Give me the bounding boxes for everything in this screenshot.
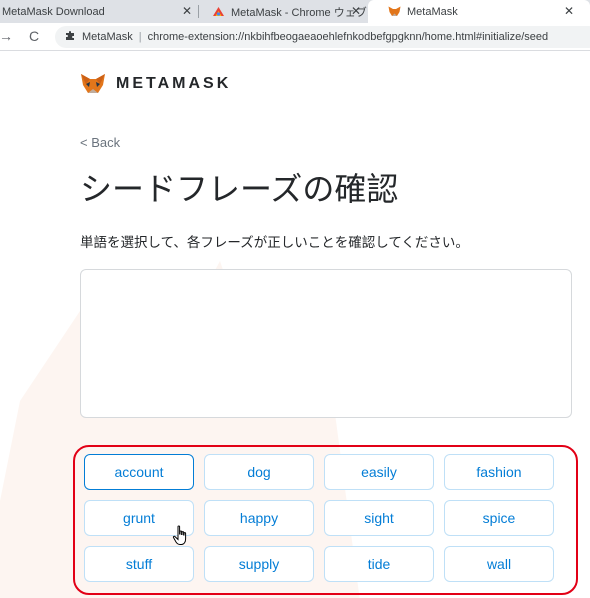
tab-strip: MetaMask Download ✕ MetaMask - Chrome ウェ… [0, 0, 590, 23]
brand-logo: METAMASK [80, 73, 231, 95]
tab-chrome-webstore[interactable]: MetaMask - Chrome ウェブストア ✕ [198, 0, 368, 23]
word-button[interactable]: tide [324, 546, 434, 582]
chrome-webstore-icon [213, 7, 224, 16]
tab-metamask-download[interactable]: MetaMask Download ✕ [0, 0, 198, 23]
tab-title: MetaMask - Chrome ウェブストア [231, 6, 368, 19]
tab-metamask[interactable]: MetaMask ✕ [368, 0, 590, 23]
word-button[interactable]: stuff [84, 546, 194, 582]
site-name: MetaMask [82, 31, 133, 43]
tab-close-icon[interactable]: ✕ [182, 4, 192, 18]
page-title: シードフレーズの確認 [80, 171, 399, 207]
tab-title: MetaMask [407, 5, 458, 18]
hand-cursor-icon [172, 525, 187, 545]
word-button[interactable]: wall [444, 546, 554, 582]
tab-close-icon[interactable]: ✕ [351, 4, 361, 18]
tab-title: MetaMask Download [2, 5, 105, 18]
word-button[interactable]: dog [204, 454, 314, 490]
metamask-fox-icon [388, 6, 401, 16]
word-button[interactable]: supply [204, 546, 314, 582]
word-button[interactable]: happy [204, 500, 314, 536]
word-button[interactable]: account [84, 454, 194, 490]
forward-arrow-icon[interactable]: → [0, 28, 13, 44]
address-bar[interactable]: MetaMask | chrome-extension://nkbihfbeog… [55, 26, 590, 48]
word-button[interactable]: fashion [444, 454, 554, 490]
brand-wordmark: METAMASK [116, 75, 232, 92]
reload-icon[interactable]: C [29, 28, 39, 44]
selected-words-area[interactable] [80, 269, 572, 418]
back-link[interactable]: < Back [80, 135, 120, 150]
page-content: METAMASK < Back シードフレーズの確認 単語を選択して、各フレーズ… [0, 51, 590, 598]
url-text: chrome-extension://nkbihfbeogaeaoehlefnk… [147, 31, 549, 43]
metamask-fox-icon [81, 74, 105, 93]
word-button[interactable]: easily [324, 454, 434, 490]
tab-close-icon[interactable]: ✕ [564, 4, 574, 18]
instruction-text: 単語を選択して、各フレーズが正しいことを確認してください。 [80, 235, 469, 250]
extension-puzzle-icon [65, 30, 76, 44]
word-button[interactable]: sight [324, 500, 434, 536]
word-button[interactable]: spice [444, 500, 554, 536]
browser-toolbar: → C MetaMask | chrome-extension://nkbihf… [0, 23, 590, 51]
url-separator: | [138, 31, 142, 43]
